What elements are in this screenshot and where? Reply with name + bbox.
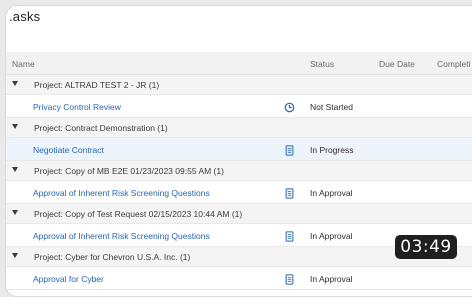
collapse-caret-icon[interactable] — [12, 124, 18, 129]
project-group-row[interactable]: Project: Contract Demonstration (1) — [6, 118, 472, 138]
task-name-link[interactable]: Approval of Inherent Risk Screening Ques… — [33, 188, 210, 198]
task-name-link[interactable]: Negotiate Contract — [33, 145, 104, 155]
column-header-due-date[interactable]: Due Date — [379, 59, 415, 69]
collapse-caret-icon[interactable] — [12, 253, 18, 258]
task-status: In Approval — [310, 231, 353, 241]
document-icon — [284, 272, 295, 285]
task-name-link[interactable]: Approval for Cyber — [33, 274, 104, 284]
table-header: Name Status Due Date Completi — [6, 52, 472, 75]
column-header-name[interactable]: Name — [12, 59, 35, 69]
column-header-completion[interactable]: Completi — [437, 59, 471, 69]
document-icon — [284, 186, 295, 199]
page-title: .asks — [9, 9, 41, 24]
task-status: In Approval — [310, 188, 353, 198]
task-row[interactable]: Privacy Control Review Not Started — [6, 95, 472, 118]
task-name-link[interactable]: Approval of Inherent Risk Screening Ques… — [33, 231, 210, 241]
project-group-label: Project: Cyber for Chevron U.S.A. Inc. (… — [34, 252, 191, 262]
project-group-row[interactable]: Project: Copy of MB E2E 01/23/2023 09:55… — [6, 161, 472, 181]
document-icon — [284, 229, 295, 242]
project-group-label: Project: ALTRAD TEST 2 - JR (1) — [34, 80, 160, 90]
document-icon — [284, 143, 295, 156]
collapse-caret-icon[interactable] — [12, 81, 18, 86]
clock-icon — [284, 100, 295, 113]
column-header-status[interactable]: Status — [310, 59, 334, 69]
video-timer: 03:49 — [395, 235, 457, 259]
collapse-caret-icon[interactable] — [12, 210, 18, 215]
task-row[interactable]: Negotiate Contract In Progress — [6, 138, 472, 161]
task-status: Not Started — [310, 102, 353, 112]
task-status: In Progress — [310, 145, 354, 155]
project-group-label: Project: Copy of MB E2E 01/23/2023 09:55… — [34, 166, 224, 176]
task-row[interactable]: Approval for Cyber In Approval — [6, 267, 472, 290]
project-group-label: Project: Contract Demonstration (1) — [34, 123, 168, 133]
project-group-row[interactable]: Project: ALTRAD TEST 2 - JR (1) — [6, 75, 472, 95]
task-status: In Approval — [310, 274, 353, 284]
collapse-caret-icon[interactable] — [12, 167, 18, 172]
task-row[interactable]: Approval of Inherent Risk Screening Ques… — [6, 181, 472, 204]
project-group-row[interactable]: Project: Copy of Test Request 02/15/2023… — [6, 204, 472, 224]
task-name-link[interactable]: Privacy Control Review — [33, 102, 121, 112]
project-group-label: Project: Copy of Test Request 02/15/2023… — [34, 209, 243, 219]
